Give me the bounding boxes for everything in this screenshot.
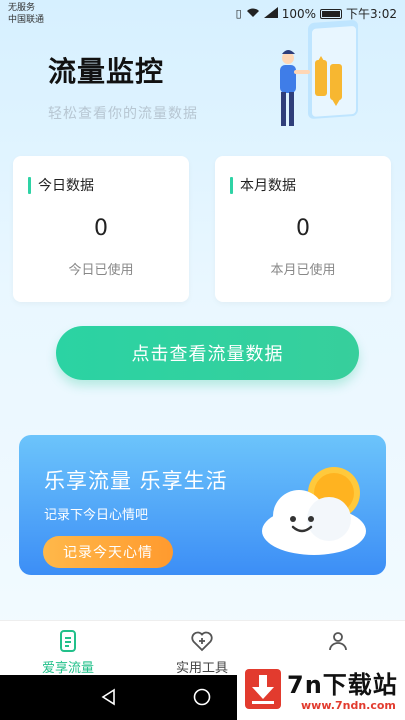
back-icon[interactable] <box>100 688 118 706</box>
sun-cloud-icon <box>262 467 366 555</box>
battery-icon <box>320 8 343 19</box>
record-mood-button[interactable]: 记录今天心情 <box>43 536 173 568</box>
battery-percent: 100% <box>281 6 317 21</box>
heart-plus-icon <box>191 631 213 652</box>
carrier-line1: 无服务 <box>8 3 36 13</box>
banner-subtitle: 记录下今日心情吧 <box>44 508 149 523</box>
site-watermark: 7n下载站 www.7ndn.com <box>237 659 405 720</box>
nav-item-traffic[interactable]: 爱享流量 <box>18 629 118 676</box>
page-subtitle: 轻松查看你的流量数据 <box>48 106 198 122</box>
accent-bar <box>28 176 31 194</box>
month-card-header: 本月数据 <box>230 176 296 194</box>
banner-title: 乐享流量 乐享生活 <box>44 469 228 493</box>
wifi-icon <box>246 7 260 21</box>
document-icon <box>60 630 76 652</box>
watermark-url: www.7ndn.com <box>301 699 396 712</box>
today-card-label: 今日数据 <box>38 178 94 194</box>
signal-icon <box>263 6 278 21</box>
today-data-card: 今日数据 0 今日已使用 <box>13 156 189 302</box>
nav-item-profile[interactable] <box>288 629 388 657</box>
nav-label-traffic: 爱享流量 <box>41 661 94 676</box>
carrier-info: 无服务 中国联通 <box>8 2 44 26</box>
page-title: 流量监控 <box>48 55 165 88</box>
today-usage-desc: 今日已使用 <box>68 263 134 278</box>
month-card-label: 本月数据 <box>240 178 296 194</box>
home-icon[interactable] <box>193 688 211 706</box>
month-usage-desc: 本月已使用 <box>270 263 336 278</box>
accent-bar <box>230 176 233 194</box>
view-traffic-button[interactable]: 点击查看流量数据 <box>56 326 359 380</box>
month-data-card: 本月数据 0 本月已使用 <box>215 156 391 302</box>
month-usage-value: 0 <box>296 216 310 241</box>
today-card-header: 今日数据 <box>28 176 94 194</box>
download-arrow-icon <box>245 669 281 709</box>
today-usage-value: 0 <box>94 216 108 241</box>
vibrate-icon: ▯ <box>235 7 242 20</box>
phone-transfer-illustration <box>280 20 358 126</box>
watermark-text: 7n下载站 <box>287 671 398 699</box>
mood-banner[interactable]: 乐享流量 乐享生活 记录下今日心情吧 记录今天心情 <box>19 435 386 575</box>
carrier-line2: 中国联通 <box>8 15 45 25</box>
person-icon <box>329 632 347 651</box>
